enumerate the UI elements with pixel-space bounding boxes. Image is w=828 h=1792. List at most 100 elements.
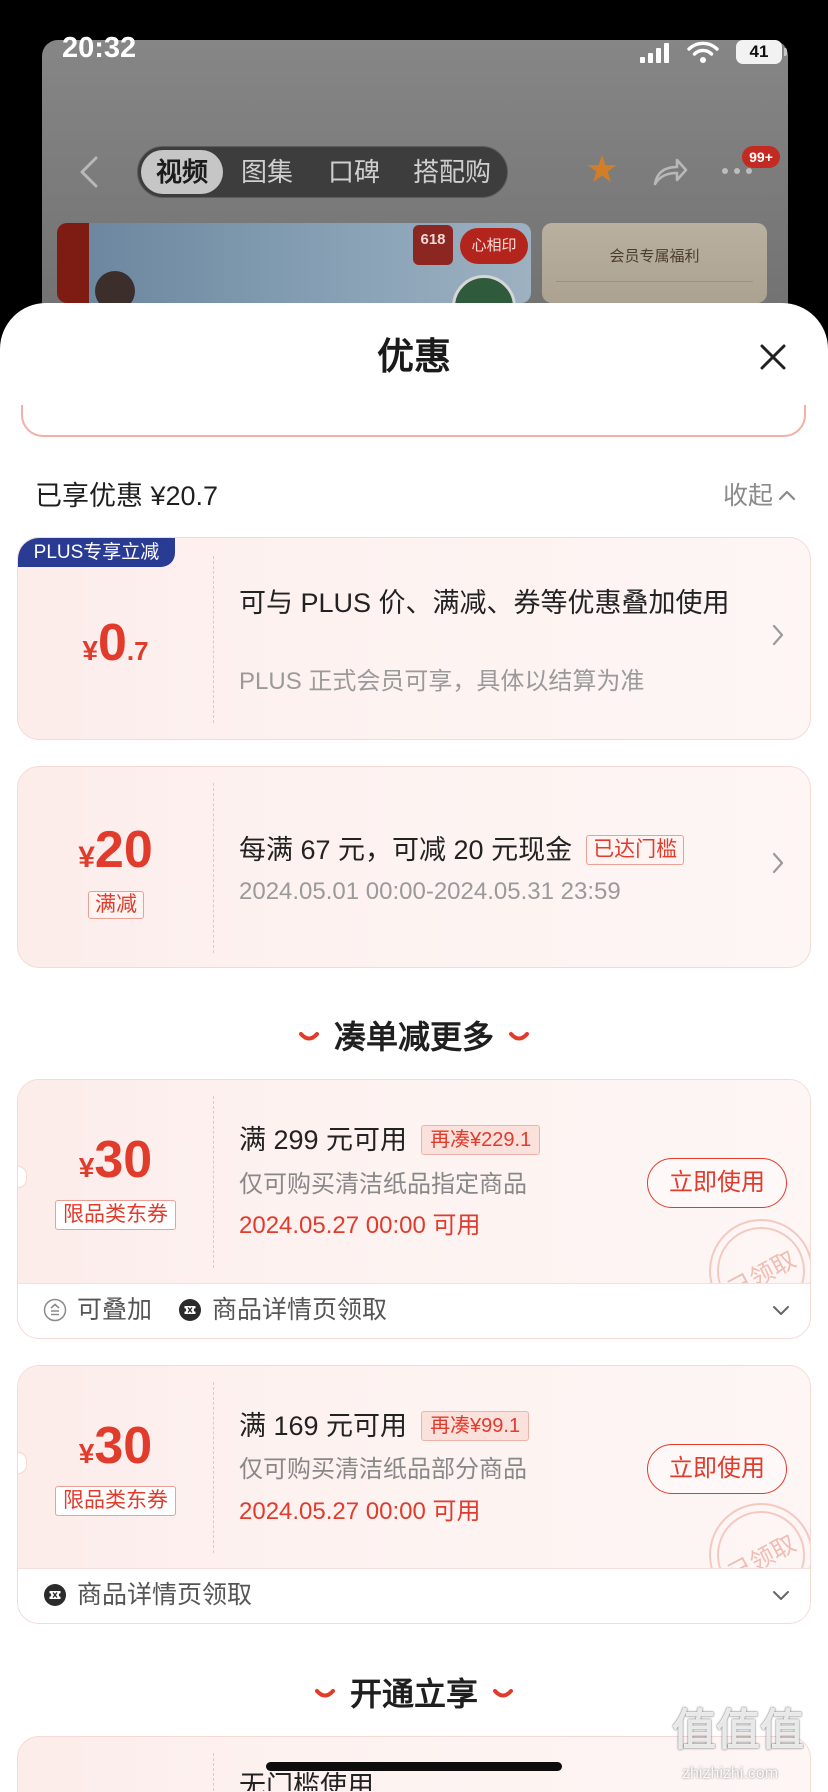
ticket-icon: [44, 1584, 66, 1606]
coupon-body: ¥30 限品类东券 满 169 元可用 再凑¥99.1 仅可购买清洁纸品部分商品…: [18, 1366, 810, 1569]
plus-badge: PLUS专享立减: [18, 538, 175, 567]
smile-decor-icon: [493, 1689, 513, 1698]
coupon-condition: 满 169 元可用: [239, 1411, 408, 1441]
coupon-card[interactable]: ¥30 限品类东券 满 299 元可用 再凑¥229.1 仅可购买清洁纸品指定商…: [17, 1079, 811, 1339]
ticket-icon: [179, 1299, 201, 1321]
plus-discount-amount: ¥0.7: [18, 613, 213, 686]
coupon-card[interactable]: ¥30 限品类东券 满 169 元可用 再凑¥99.1 仅可购买清洁纸品部分商品…: [17, 1365, 811, 1624]
message-count-badge: 99+: [742, 146, 780, 168]
chevron-up-icon[interactable]: [778, 489, 796, 501]
card-divider: [213, 1382, 214, 1553]
screen: 视频 图集 口碑 搭配购 ★ 99+ 618 心相印 会员专属福利 20:32 …: [0, 0, 828, 1792]
watermark-url: zhizhizhi.com: [682, 1765, 779, 1782]
amount-decimal: .7: [126, 636, 149, 666]
coupon-amount: ¥30: [18, 1416, 213, 1489]
card-divider: [213, 1096, 214, 1268]
claimed-stamp: 已领取: [709, 1503, 810, 1569]
section-heading-more: 凑单减更多: [0, 1017, 828, 1057]
banner-618-badge: 618: [413, 225, 453, 265]
coupon-type-tag: 限品类东券: [55, 1200, 176, 1230]
threshold-reached-tag: 已达门槛: [586, 835, 685, 865]
use-now-button[interactable]: 立即使用: [647, 1444, 787, 1494]
tab-bundles[interactable]: 搭配购: [406, 147, 498, 197]
coupon-body: ¥30 限品类东券 满 299 元可用 再凑¥229.1 仅可购买清洁纸品指定商…: [18, 1080, 810, 1284]
back-icon[interactable]: [78, 156, 100, 188]
reduction-amount: ¥20: [18, 820, 213, 893]
full-reduction-card[interactable]: ¥20 满减 每满 67 元，可减 20 元现金 已达门槛 2024.05.01…: [17, 766, 811, 968]
signal-icon: [640, 43, 669, 63]
smile-decor-icon: [509, 1032, 529, 1041]
close-icon[interactable]: [759, 343, 787, 371]
battery-icon: 41: [736, 40, 782, 64]
reduction-title: 每满 67 元，可减 20 元现金: [239, 835, 573, 865]
currency-symbol: ¥: [78, 1152, 95, 1183]
claim-source-label: 商品详情页领取: [77, 1581, 253, 1609]
coupon-scope: 仅可购买清洁纸品指定商品: [239, 1171, 527, 1198]
smile-decor-icon: [314, 1689, 335, 1698]
member-benefits-banner[interactable]: 会员专属福利: [542, 223, 767, 303]
gap-amount-tag: 再凑¥229.1: [421, 1125, 541, 1155]
media-tabs: 视频 图集 口碑 搭配购: [137, 146, 508, 198]
currency-symbol: ¥: [78, 841, 95, 874]
card-divider: [213, 1753, 214, 1791]
coupon-condition-row: 满 169 元可用 再凑¥99.1: [239, 1409, 530, 1443]
wifi-icon: [687, 41, 719, 63]
type-tag: 满减: [88, 891, 144, 919]
coupon-condition-row: 满 299 元可用 再凑¥229.1: [239, 1123, 541, 1157]
chevron-right-icon[interactable]: [772, 624, 784, 646]
section-title: 开通立享: [349, 1676, 478, 1712]
chevron-right-icon[interactable]: [772, 852, 784, 874]
claimed-stamp-text: 已领取: [724, 1530, 801, 1569]
amount-integer: 0: [97, 614, 127, 672]
plus-discount-card[interactable]: PLUS专享立减 ¥0.7 可与 PLUS 价、满减、券等优惠叠加使用 PLUS…: [17, 537, 811, 740]
banner-divider: [556, 281, 753, 282]
battery-nub: [784, 48, 787, 56]
coupon-amount: ¥30: [18, 1130, 213, 1203]
promo-banner[interactable]: 618 心相印: [57, 223, 531, 303]
coupon-scope: 仅可购买清洁纸品部分商品: [239, 1456, 527, 1483]
amount-value: 30: [94, 1131, 153, 1189]
banner-brand-logo: 心相印: [460, 228, 528, 264]
tab-video[interactable]: 视频: [141, 147, 223, 197]
coupon-valid-from: 2024.05.27 00:00 可用: [239, 1498, 481, 1525]
claim-source-label: 商品详情页领取: [212, 1296, 388, 1324]
use-now-button[interactable]: 立即使用: [647, 1158, 787, 1208]
scrolled-card-edge: [21, 405, 806, 438]
coupon-footer[interactable]: 可叠加 商品详情页领取: [18, 1284, 810, 1337]
home-indicator[interactable]: [266, 1762, 562, 1771]
tab-reviews[interactable]: 口碑: [319, 147, 389, 197]
section-title: 凑单减更多: [333, 1019, 494, 1055]
amount-value: 30: [94, 1417, 153, 1475]
more-icon[interactable]: [722, 168, 754, 174]
coupon-condition: 满 299 元可用: [239, 1125, 408, 1155]
tab-gallery[interactable]: 图集: [232, 147, 302, 197]
amount-value: 20: [94, 821, 153, 879]
coupon-footer[interactable]: 商品详情页领取: [18, 1569, 810, 1622]
chevron-down-icon[interactable]: [772, 1305, 790, 1316]
share-icon[interactable]: [651, 156, 689, 188]
stackable-icon: [43, 1298, 67, 1322]
status-time: 20:32: [62, 32, 137, 64]
star-icon[interactable]: ★: [585, 148, 619, 192]
partial-coupon-title: 无门槛使用: [239, 1771, 374, 1791]
coupon-type-tag: 限品类东券: [55, 1486, 176, 1516]
currency-symbol: ¥: [78, 1438, 95, 1469]
collapse-button[interactable]: 收起: [723, 479, 773, 513]
smile-decor-icon: [298, 1032, 319, 1041]
discount-subtitle: PLUS 正式会员可享，具体以结算为准: [239, 668, 645, 695]
stackable-label: 可叠加: [77, 1296, 153, 1324]
banner-avatar: [95, 271, 135, 303]
scrolled-card-border: [21, 405, 806, 437]
claimed-stamp: 已领取: [709, 1219, 810, 1284]
validity-period: 2024.05.01 00:00-2024.05.31 23:59: [239, 878, 621, 905]
chevron-down-icon[interactable]: [772, 1590, 790, 1601]
member-benefits-title: 会员专属福利: [609, 248, 700, 265]
card-divider: [213, 783, 214, 953]
discount-title: 可与 PLUS 价、满减、券等优惠叠加使用: [239, 588, 730, 618]
watermark-logo: 值值值: [672, 1706, 804, 1755]
coupon-valid-from: 2024.05.27 00:00 可用: [239, 1212, 481, 1239]
discount-summary: 已享优惠 ¥20.7: [35, 481, 219, 511]
claimed-stamp-text: 已领取: [724, 1246, 801, 1284]
gap-amount-tag: 再凑¥99.1: [421, 1411, 530, 1441]
currency-symbol: ¥: [82, 635, 98, 666]
